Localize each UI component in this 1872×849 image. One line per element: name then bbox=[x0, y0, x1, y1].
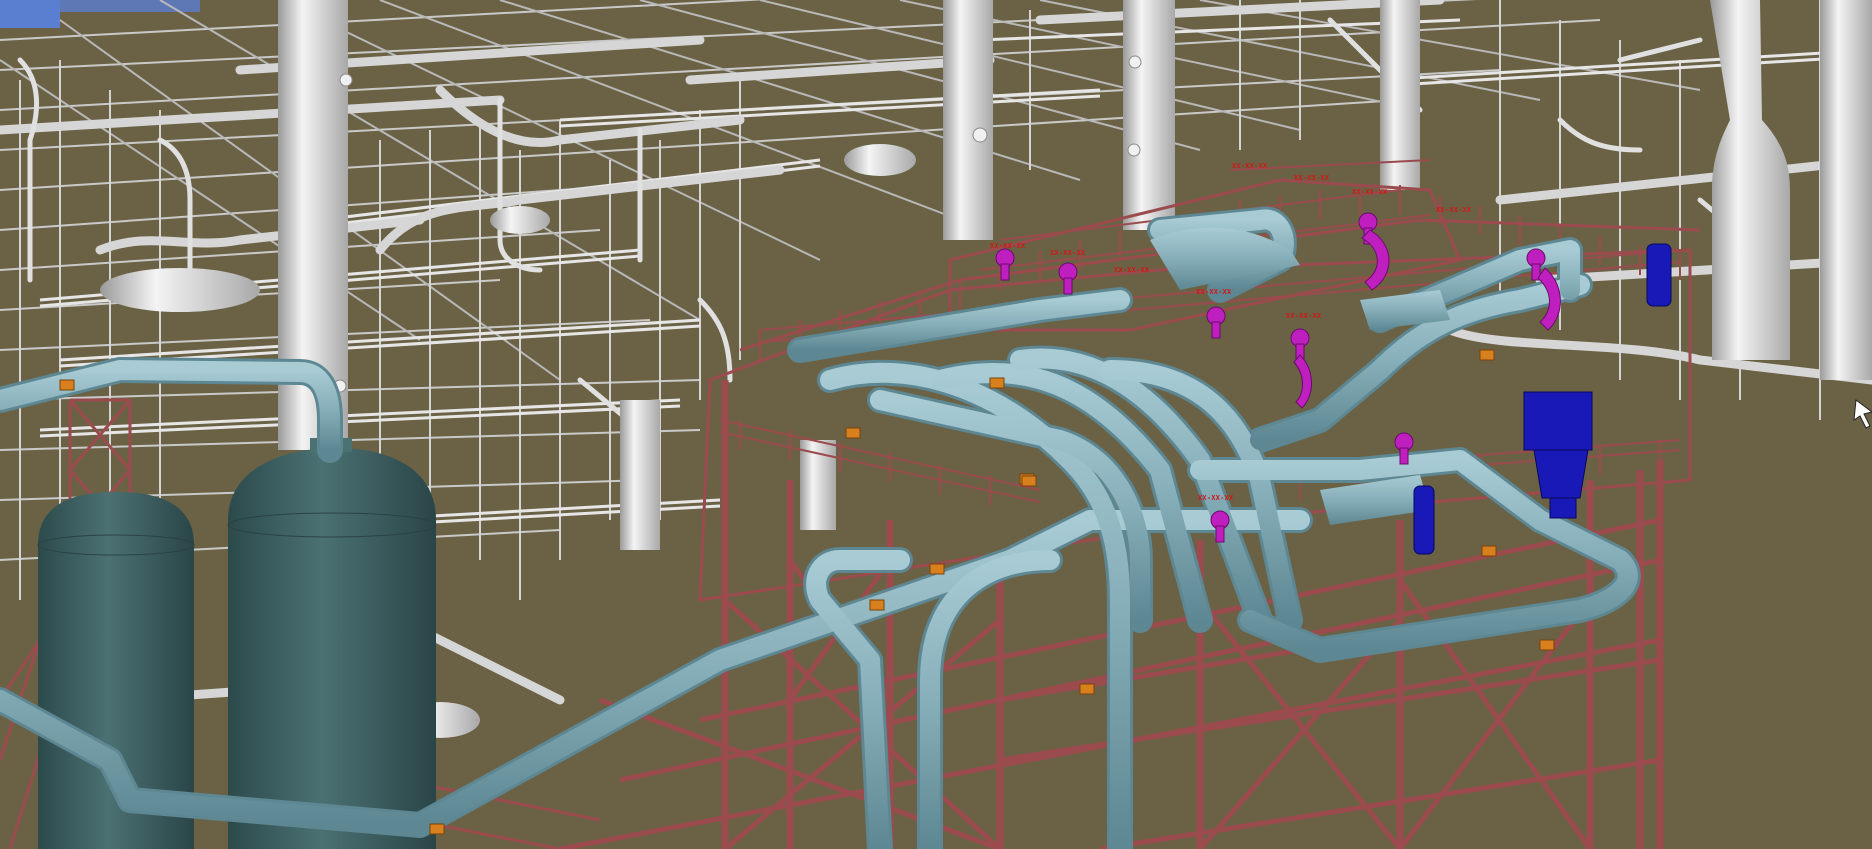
plant-3d-scene[interactable] bbox=[0, 0, 1872, 849]
model-viewport[interactable]: XX-XX-XX XX-XX-XX XX-XX-XX XX-XX-XX XX-X… bbox=[0, 0, 1872, 849]
equipment-tag[interactable]: XX-XX-XX bbox=[1294, 174, 1329, 182]
equipment-tag[interactable]: XX-XX-XX bbox=[1050, 249, 1085, 257]
vessel-right[interactable] bbox=[227, 438, 437, 849]
equipment-tag[interactable]: XX-XX-XX bbox=[1196, 288, 1231, 296]
equipment-tag[interactable]: XX-XX-XX bbox=[990, 242, 1025, 250]
equipment-tag[interactable]: XX-XX-XX bbox=[1436, 206, 1471, 214]
equipment-tag[interactable]: XX-XX-XX bbox=[1286, 312, 1321, 320]
equipment-tag[interactable]: XX-XX-XX bbox=[1232, 162, 1267, 170]
cursor-icon bbox=[1853, 399, 1872, 429]
equipment-tag[interactable]: XX-XX-XX bbox=[1114, 266, 1149, 274]
equipment-tag[interactable]: XX-XX-XX bbox=[1352, 188, 1387, 196]
equipment-tag[interactable]: XX-XX-XX bbox=[1198, 494, 1233, 502]
